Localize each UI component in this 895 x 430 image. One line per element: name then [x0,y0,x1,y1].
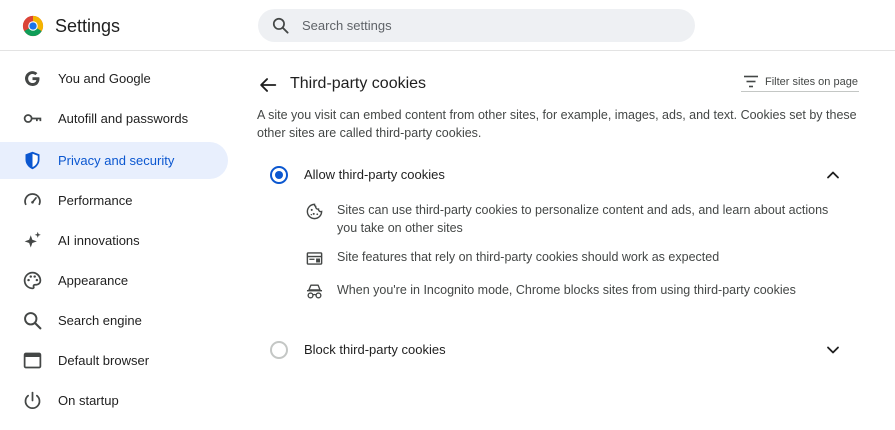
search-box[interactable] [258,9,695,42]
sidebar-item-label: AI innovations [58,233,140,248]
search-input[interactable] [302,9,682,42]
sidebar-item-label: Default browser [58,353,150,368]
sidebar-item-privacy[interactable]: Privacy and security [0,142,228,179]
browser-window-icon [23,352,42,369]
google-g-icon [25,71,40,86]
sidebar-item-appearance[interactable]: Appearance [0,262,228,299]
allow-detail-incognito: When you're in Incognito mode, Chrome bl… [305,281,845,301]
page-description: A site you visit can embed content from … [257,108,857,140]
sidebar-item-label: Appearance [58,273,129,288]
search-icon [272,17,289,34]
speedometer-icon [24,193,41,206]
detail-text: Sites can use third-party cookies to per… [337,203,829,235]
sidebar-item-you-and-google[interactable]: You and Google [0,60,228,97]
block-third-party-cookies-option[interactable]: Block third-party cookies [262,333,852,367]
block-option-label: Block third-party cookies [304,342,446,357]
sidebar-item-autofill[interactable]: Autofill and passwords [0,100,228,137]
chevron-down-icon[interactable] [823,340,843,360]
allow-detail-personalize: Sites can use third-party cookies to per… [305,201,845,239]
palette-icon [23,271,42,290]
sidebar-item-performance[interactable]: Performance [0,182,228,219]
filter-sites-label: Filter sites on page [765,76,858,88]
sidebar-item-label: You and Google [58,71,151,86]
sidebar-item-label: Privacy and security [58,153,175,168]
allow-radio-button[interactable] [270,166,288,184]
chrome-logo-icon [22,15,44,37]
sidebar-item-on-startup[interactable]: On startup [0,382,228,419]
sidebar-item-label: On startup [58,393,119,408]
chevron-up-icon[interactable] [823,165,843,185]
sidebar-item-label: Autofill and passwords [58,111,189,126]
detail-text: Site features that rely on third-party c… [337,250,720,264]
shield-icon [25,151,40,170]
filter-icon [744,75,758,88]
power-icon [24,391,41,410]
allow-third-party-cookies-option[interactable]: Allow third-party cookies [262,158,852,192]
filter-sites-button[interactable]: Filter sites on page [741,72,859,92]
sparkle-icon [24,231,41,248]
sidebar-item-default-browser[interactable]: Default browser [0,342,228,379]
sidebar-item-label: Search engine [58,313,142,328]
cookie-icon [306,203,323,220]
allow-option-label: Allow third-party cookies [304,167,445,182]
sidebar-item-search-engine[interactable]: Search engine [0,302,228,339]
search-icon [24,312,42,330]
back-arrow-icon[interactable] [257,74,279,96]
key-icon [23,114,42,123]
page-title: Third-party cookies [290,75,427,92]
detail-text: When you're in Incognito mode, Chrome bl… [337,283,796,297]
top-bar: Settings [0,0,895,51]
web-layout-icon [306,252,323,265]
sidebar-item-label: Performance [58,193,133,208]
app-title: Settings [55,16,121,36]
sidebar-item-ai-innovations[interactable]: AI innovations [0,222,228,259]
incognito-icon [306,284,323,299]
block-radio-button[interactable] [270,341,288,359]
allow-detail-site-features: Site features that rely on third-party c… [305,248,845,268]
